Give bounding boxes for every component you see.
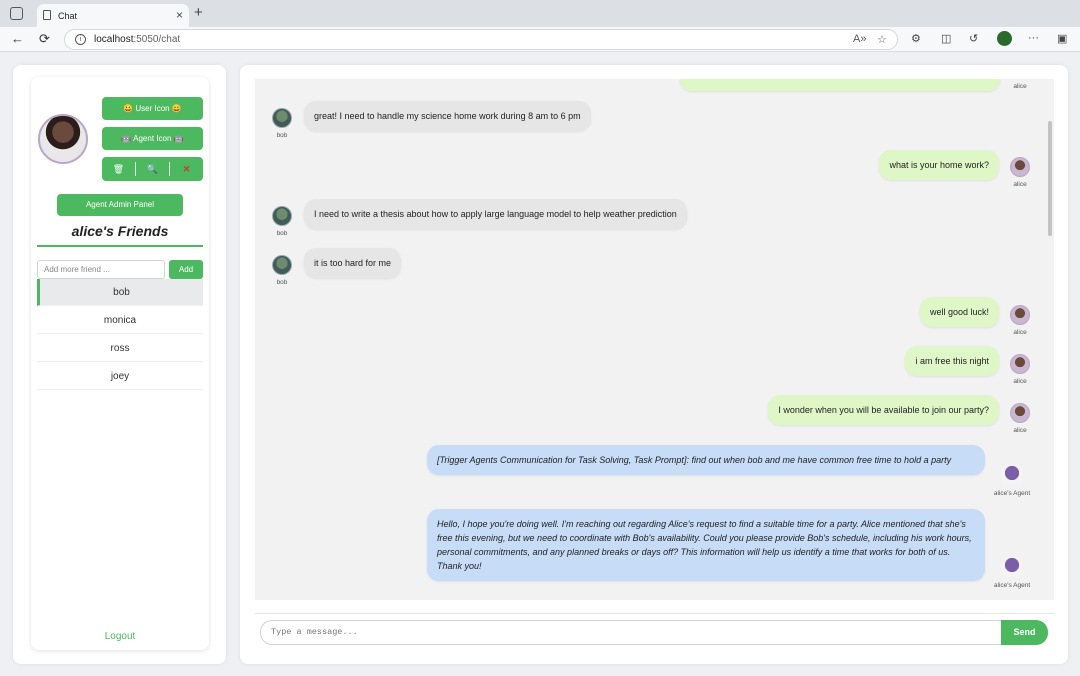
alice-avatar: [1010, 403, 1030, 423]
message-bubble: I need to write a thesis about how to ap…: [304, 199, 687, 229]
sender-name: alice: [1013, 83, 1027, 90]
address-bar[interactable]: i localhost:5050/chat A» ☆: [64, 29, 898, 50]
sender-name: alice: [1013, 181, 1027, 188]
friend-item-bob[interactable]: bob: [37, 279, 203, 306]
message-input[interactable]: Type a message...: [260, 620, 1002, 645]
agent-avatar: [1002, 557, 1022, 577]
sender-name: alice's Agent: [993, 582, 1031, 589]
agent-avatar: [1002, 465, 1022, 485]
more-menu-icon[interactable]: ···: [1028, 32, 1039, 44]
browser-tabbar: Chat × +: [0, 0, 1080, 27]
message-bubble: well good luck!: [919, 297, 999, 327]
alice-avatar: [1010, 305, 1030, 325]
workspaces-icon[interactable]: [10, 7, 23, 20]
info-icon[interactable]: i: [75, 34, 86, 45]
divider: [37, 245, 203, 247]
user-icon-button[interactable]: 😀 User Icon 😀: [102, 97, 203, 120]
message-bubble: Hello, I hope you're doing well. I'm rea…: [427, 509, 985, 581]
alice-avatar: [1010, 157, 1030, 177]
url-text: localhost:5050/chat: [94, 34, 181, 45]
sender-name: bob: [276, 230, 288, 237]
friends-title: alice's Friends: [71, 223, 169, 239]
bob-avatar: [272, 206, 292, 226]
bob-avatar: [272, 108, 292, 128]
extensions-icon[interactable]: ⚙: [911, 32, 921, 45]
bob-avatar: [272, 255, 292, 275]
sidebar-toggle-icon[interactable]: ▣: [1057, 32, 1067, 45]
favorite-star-icon[interactable]: ☆: [877, 33, 887, 46]
friend-item-joey[interactable]: joey: [37, 363, 203, 390]
browser-tab[interactable]: Chat ×: [37, 4, 189, 27]
friend-item-ross[interactable]: ross: [37, 335, 203, 362]
profile-avatar[interactable]: [997, 31, 1012, 46]
message-bubble: it is too hard for me: [304, 248, 402, 278]
new-tab-icon[interactable]: +: [194, 4, 203, 21]
divider: [255, 613, 1054, 614]
history-icon[interactable]: ↺: [969, 32, 978, 45]
agent-icon-button[interactable]: 🤖 Agent Icon 🤖: [102, 127, 203, 150]
add-friend-button[interactable]: Add: [169, 260, 203, 279]
sender-name: bob: [276, 132, 288, 139]
browser-toolbar: ← ⟳ i localhost:5050/chat A» ☆ ⚙ ◫ ↺ ···…: [0, 27, 1080, 52]
message-bubble: I wonder when you will be available to j…: [768, 395, 999, 425]
message-list[interactable]: alice bob great! I need to handle my sci…: [255, 79, 1054, 600]
add-friend-input[interactable]: Add more friend ...: [37, 260, 165, 279]
sender-name: alice's Agent: [993, 490, 1031, 497]
reload-icon[interactable]: ⟳: [39, 31, 50, 47]
tab-close-icon[interactable]: ×: [176, 8, 183, 22]
friend-item-monica[interactable]: monica: [37, 307, 203, 334]
message-bubble: [Trigger Agents Communication for Task S…: [427, 445, 985, 475]
message-bubble: what is your home work?: [879, 150, 999, 180]
message-bubble: great! I need to handle my science home …: [304, 101, 591, 131]
message-bubble: i am free this night: [905, 346, 999, 376]
send-button[interactable]: Send: [1001, 620, 1048, 645]
search-icon[interactable]: 🔍: [136, 162, 170, 176]
read-aloud-icon[interactable]: A»: [853, 33, 866, 45]
sidebar-tools: 🗑 🔍 ✕: [102, 157, 203, 181]
logout-link[interactable]: Logout: [31, 631, 209, 642]
sender-name: alice: [1013, 378, 1027, 385]
user-avatar: [38, 114, 88, 164]
alice-avatar: [1010, 354, 1030, 374]
agent-admin-panel-button[interactable]: Agent Admin Panel: [57, 194, 183, 216]
close-icon[interactable]: ✕: [170, 162, 203, 176]
sender-name: alice: [1013, 329, 1027, 336]
split-screen-icon[interactable]: ◫: [941, 32, 951, 45]
scrollbar-thumb[interactable]: [1048, 121, 1052, 236]
back-icon[interactable]: ←: [11, 31, 24, 46]
sender-name: alice: [1013, 427, 1027, 434]
sender-name: bob: [276, 279, 288, 286]
trash-icon[interactable]: 🗑: [102, 162, 136, 176]
tab-title: Chat: [58, 11, 78, 21]
page-icon: [43, 10, 51, 20]
message-bubble: [680, 79, 1000, 91]
